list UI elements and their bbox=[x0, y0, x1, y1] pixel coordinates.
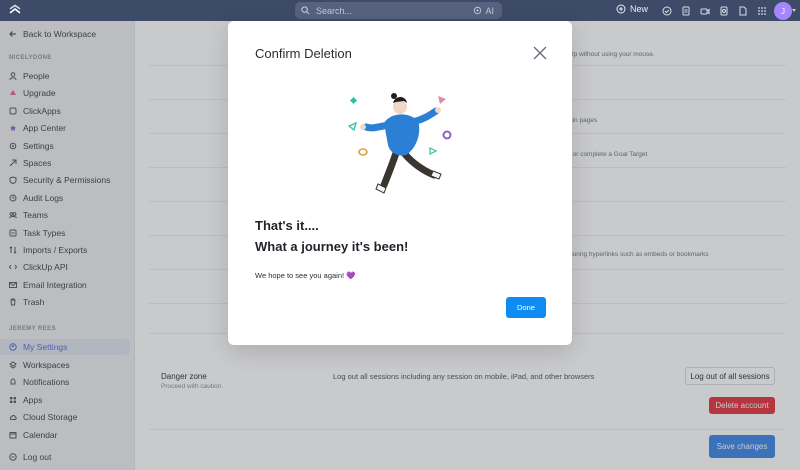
search-bar[interactable]: Search... AI bbox=[295, 2, 502, 19]
video-icon[interactable] bbox=[698, 4, 711, 17]
ai-button[interactable]: AI bbox=[473, 6, 494, 16]
ai-icon bbox=[474, 6, 482, 15]
check-circle-icon[interactable] bbox=[660, 4, 673, 17]
search-placeholder: Search... bbox=[316, 5, 353, 16]
clickup-logo-icon[interactable] bbox=[9, 4, 21, 17]
topbar-icons bbox=[660, 4, 768, 17]
confirm-deletion-modal: Confirm Deletion That's it.... What a jo… bbox=[228, 21, 572, 345]
done-button[interactable]: Done bbox=[506, 297, 546, 318]
close-icon[interactable] bbox=[532, 45, 548, 61]
running-person-illustration bbox=[348, 93, 452, 194]
new-label: New bbox=[630, 4, 649, 14]
modal-title: Confirm Deletion bbox=[255, 46, 352, 61]
new-button[interactable]: New bbox=[616, 4, 648, 14]
clock-icon[interactable] bbox=[717, 4, 730, 17]
modal-heading: That's it.... bbox=[255, 218, 319, 233]
plus-circle-icon bbox=[616, 4, 626, 14]
modal-message: We hope to see you again! 💜 bbox=[255, 271, 356, 280]
top-bar: Search... AI New J bbox=[0, 0, 800, 21]
document-icon[interactable] bbox=[736, 4, 749, 17]
notepad-icon[interactable] bbox=[679, 4, 692, 17]
search-icon bbox=[301, 6, 310, 15]
user-avatar[interactable]: J bbox=[774, 2, 796, 20]
grid-apps-icon[interactable] bbox=[755, 4, 768, 17]
modal-subheading: What a journey it's been! bbox=[255, 239, 409, 254]
ai-label: AI bbox=[485, 5, 494, 16]
